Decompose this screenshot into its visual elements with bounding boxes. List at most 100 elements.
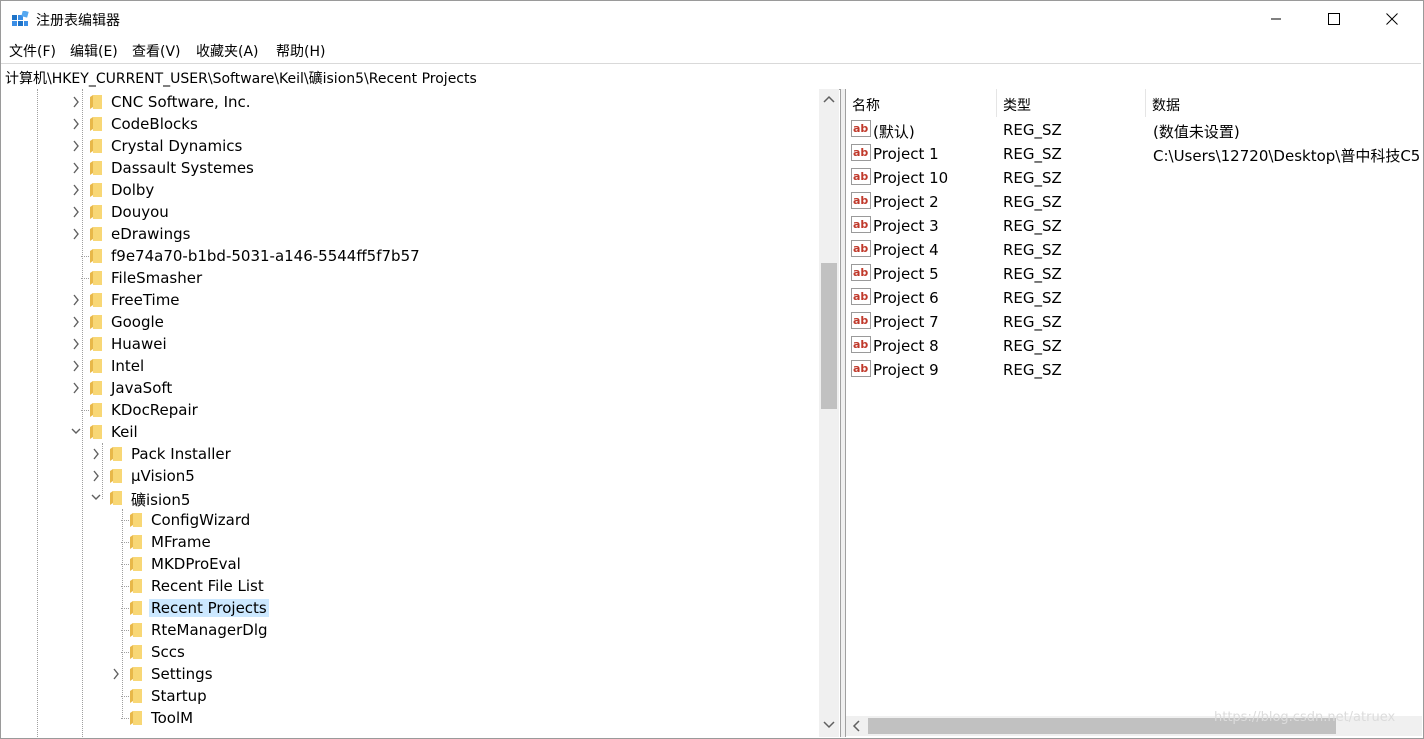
menu-file[interactable]: 文件(F): [9, 41, 56, 61]
tree-item[interactable]: KDocRepair: [1, 399, 819, 421]
maximize-button[interactable]: [1305, 1, 1363, 37]
tree-item[interactable]: μVision5: [1, 465, 819, 487]
value-row[interactable]: ab Project 9 REG_SZ: [846, 357, 1422, 381]
tree-item-label[interactable]: Crystal Dynamics: [111, 137, 242, 155]
tree-item[interactable]: Crystal Dynamics: [1, 135, 819, 157]
tree-item-label[interactable]: Keil: [111, 423, 138, 441]
tree-scroll-thumb[interactable]: [821, 263, 837, 409]
tree-item[interactable]: 礦ision5: [1, 487, 819, 509]
chevron-right-icon[interactable]: [71, 294, 81, 306]
tree-item-label[interactable]: ConfigWizard: [151, 511, 250, 529]
tree-vertical-scrollbar[interactable]: [819, 89, 839, 737]
chevron-right-icon[interactable]: [71, 360, 81, 372]
tree-item-label[interactable]: Startup: [151, 687, 207, 705]
tree-item[interactable]: Sccs: [1, 641, 819, 663]
value-row[interactable]: ab Project 6 REG_SZ: [846, 285, 1422, 309]
tree-item-label[interactable]: RteManagerDlg: [151, 621, 268, 639]
tree-item-label[interactable]: JavaSoft: [111, 379, 172, 397]
chevron-right-icon[interactable]: [71, 382, 81, 394]
tree-item-label[interactable]: KDocRepair: [111, 401, 198, 419]
chevron-right-icon[interactable]: [111, 668, 121, 680]
tree-item-label[interactable]: MKDProEval: [151, 555, 241, 573]
tree-item-label[interactable]: FreeTime: [111, 291, 180, 309]
tree-item-label[interactable]: Intel: [111, 357, 144, 375]
chevron-right-icon[interactable]: [71, 118, 81, 130]
key-tree-pane[interactable]: CNC Software, Inc. CodeBlocks Crystal Dyna…: [1, 89, 839, 737]
value-row[interactable]: ab Project 5 REG_SZ: [846, 261, 1422, 285]
tree-item-label[interactable]: Pack Installer: [131, 445, 231, 463]
tree-item[interactable]: Huawei: [1, 333, 819, 355]
tree-item-label[interactable]: Recent File List: [151, 577, 264, 595]
chevron-right-icon[interactable]: [71, 206, 81, 218]
chevron-right-icon[interactable]: [71, 96, 81, 108]
tree-item[interactable]: Recent File List: [1, 575, 819, 597]
tree-item-label[interactable]: Recent Projects: [149, 599, 269, 617]
chevron-down-icon[interactable]: [71, 426, 81, 438]
chevron-right-icon[interactable]: [71, 338, 81, 350]
value-row[interactable]: ab Project 3 REG_SZ: [846, 213, 1422, 237]
tree-item[interactable]: Google: [1, 311, 819, 333]
tree-item[interactable]: eDrawings: [1, 223, 819, 245]
tree-item[interactable]: Settings: [1, 663, 819, 685]
chevron-right-icon[interactable]: [71, 316, 81, 328]
menu-favorites[interactable]: 收藏夹(A): [196, 41, 259, 61]
tree-item[interactable]: Keil: [1, 421, 819, 443]
tree-item-label[interactable]: eDrawings: [111, 225, 190, 243]
menu-view[interactable]: 查看(V): [132, 41, 181, 61]
minimize-button[interactable]: [1247, 1, 1305, 37]
value-row[interactable]: ab Project 8 REG_SZ: [846, 333, 1422, 357]
scroll-down-arrow-icon[interactable]: [823, 721, 835, 729]
address-bar[interactable]: 计算机\HKEY_CURRENT_USER\Software\Keil\礦isi…: [1, 63, 1421, 90]
tree-item-label[interactable]: Douyou: [111, 203, 169, 221]
value-row[interactable]: ab Project 1 REG_SZ C:\Users\12720\Desktop\…: [846, 141, 1422, 165]
menu-help[interactable]: 帮助(H): [276, 41, 325, 61]
tree-item[interactable]: Pack Installer: [1, 443, 819, 465]
tree-item[interactable]: Intel: [1, 355, 819, 377]
tree-item[interactable]: f9e74a70-b1bd-5031-a146-5544ff5f7b57: [1, 245, 819, 267]
column-header-data[interactable]: 数据: [1146, 89, 1422, 117]
value-row[interactable]: ab Project 7 REG_SZ: [846, 309, 1422, 333]
title-bar[interactable]: 注册表编辑器: [1, 1, 1423, 37]
tree-item[interactable]: FreeTime: [1, 289, 819, 311]
tree-item-label[interactable]: Sccs: [151, 643, 185, 661]
tree-item-label[interactable]: FileSmasher: [111, 269, 202, 287]
tree-item-label[interactable]: Dolby: [111, 181, 154, 199]
value-row[interactable]: ab Project 2 REG_SZ: [846, 189, 1422, 213]
tree-item[interactable]: ToolM: [1, 707, 819, 729]
tree-item[interactable]: MFrame: [1, 531, 819, 553]
column-header-type[interactable]: 类型: [997, 89, 1146, 117]
chevron-right-icon[interactable]: [71, 184, 81, 196]
chevron-down-icon[interactable]: [91, 492, 101, 504]
tree-item[interactable]: FileSmasher: [1, 267, 819, 289]
tree-item[interactable]: Recent Projects: [1, 597, 819, 619]
values-list-pane[interactable]: 名称 类型 数据 ab (默认) REG_SZ (数值未设置) ab Project 1 R…: [846, 89, 1422, 737]
tree-item-label[interactable]: μVision5: [131, 467, 195, 485]
chevron-right-icon[interactable]: [91, 470, 101, 482]
tree-item[interactable]: CodeBlocks: [1, 113, 819, 135]
value-row[interactable]: ab Project 4 REG_SZ: [846, 237, 1422, 261]
tree-item-label[interactable]: f9e74a70-b1bd-5031-a146-5544ff5f7b57: [111, 247, 420, 265]
tree-item-label[interactable]: CodeBlocks: [111, 115, 198, 133]
scroll-left-arrow-icon[interactable]: [852, 720, 860, 732]
tree-item[interactable]: ConfigWizard: [1, 509, 819, 531]
value-row[interactable]: ab Project 10 REG_SZ: [846, 165, 1422, 189]
tree-item-label[interactable]: Dassault Systemes: [111, 159, 254, 177]
tree-item[interactable]: CNC Software, Inc.: [1, 91, 819, 113]
chevron-right-icon[interactable]: [91, 448, 101, 460]
tree-item-label[interactable]: ToolM: [151, 709, 193, 727]
address-path[interactable]: 计算机\HKEY_CURRENT_USER\Software\Keil\礦isi…: [5, 68, 477, 88]
chevron-right-icon[interactable]: [71, 140, 81, 152]
chevron-right-icon[interactable]: [71, 162, 81, 174]
tree-item[interactable]: JavaSoft: [1, 377, 819, 399]
value-row[interactable]: ab (默认) REG_SZ (数值未设置): [846, 117, 1422, 141]
tree-item-label[interactable]: Settings: [151, 665, 213, 683]
tree-item[interactable]: Dassault Systemes: [1, 157, 819, 179]
tree-item-label[interactable]: Google: [111, 313, 164, 331]
tree-item-label[interactable]: MFrame: [151, 533, 211, 551]
close-button[interactable]: [1363, 1, 1421, 37]
tree-item[interactable]: Dolby: [1, 179, 819, 201]
tree-item-label[interactable]: Huawei: [111, 335, 167, 353]
tree-item[interactable]: Startup: [1, 685, 819, 707]
tree-item-label[interactable]: CNC Software, Inc.: [111, 93, 251, 111]
tree-item[interactable]: MKDProEval: [1, 553, 819, 575]
